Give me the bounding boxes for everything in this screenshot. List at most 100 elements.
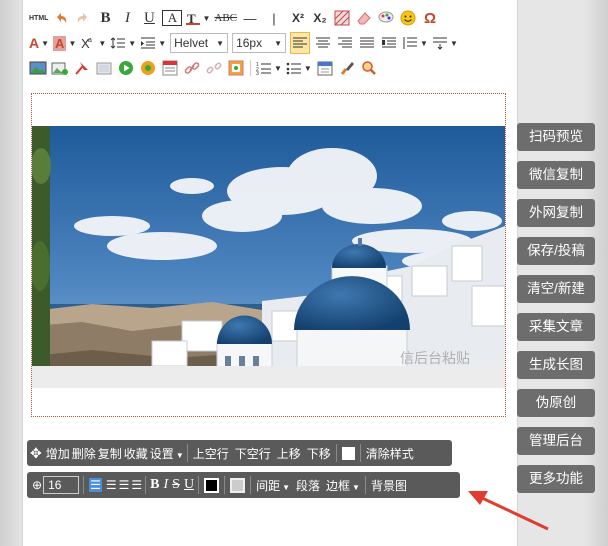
bold-button[interactable]: B (96, 8, 114, 28)
bg-color-swatch[interactable] (227, 477, 248, 493)
border-dropdown[interactable]: 边框 ▼ (323, 477, 363, 494)
favorite-button[interactable]: 收藏 (123, 445, 149, 462)
italic-button[interactable]: I (161, 477, 170, 493)
align-right-icon[interactable]: ☰ (118, 478, 131, 492)
link-icon[interactable] (183, 58, 201, 78)
sidebar-item-external-copy[interactable]: 外网复制 (517, 199, 595, 227)
font-family-select[interactable]: Helvet ▼ (170, 33, 229, 53)
move-down-button[interactable]: 下移 (304, 445, 334, 462)
strikethrough-button[interactable]: ABC (214, 8, 237, 28)
align-center-icon[interactable]: ☰ (105, 478, 118, 492)
sidebar-item-clear-new[interactable]: 清空/新建 (517, 275, 595, 303)
redo-icon[interactable] (74, 8, 92, 28)
insert-image-frame-icon[interactable] (227, 58, 245, 78)
block-toolbar: ✥ 增加 删除 复制 收藏 设置 ▼ 上空行 下空行 上移 下移 清除样式 (27, 440, 452, 466)
indent-icon[interactable]: ▼ (140, 33, 166, 53)
row-spacing-icon[interactable]: ▼ (432, 33, 458, 53)
color-swatch[interactable] (339, 446, 358, 461)
search-icon[interactable] (360, 58, 378, 78)
align-center-icon[interactable] (314, 33, 332, 53)
italic-button[interactable]: I (118, 8, 136, 28)
bar-divider (186, 444, 188, 462)
settings-button[interactable]: 设置 ▼ (149, 445, 185, 462)
move-up-button[interactable]: 上移 (274, 445, 304, 462)
case-icon[interactable]: Xa ▼ (80, 33, 106, 53)
music-icon[interactable] (139, 58, 157, 78)
align-right-icon[interactable] (336, 33, 354, 53)
bar-divider (364, 476, 366, 494)
ordered-list-icon[interactable]: 1 2 3 ▼ (256, 58, 282, 78)
delete-button[interactable]: 删除 (71, 445, 97, 462)
sidebar-item-pseudo-original[interactable]: 伪原创 (517, 389, 595, 417)
paragraph-button[interactable]: 段落 (293, 477, 323, 494)
bold-button[interactable]: B (148, 477, 161, 493)
toolbar-divider (250, 60, 251, 76)
background-pattern-icon[interactable] (333, 8, 351, 28)
eraser-icon[interactable] (355, 8, 373, 28)
background-image-button[interactable]: 背景图 (368, 477, 410, 494)
horizontal-rule-button[interactable]: — (241, 8, 259, 28)
editor-content-area[interactable]: 信后台粘贴 (31, 93, 506, 417)
bar-divider (198, 476, 200, 494)
clear-style-button[interactable]: 清除样式 (363, 445, 417, 462)
multi-image-icon[interactable] (51, 58, 69, 78)
bar-divider (359, 444, 361, 462)
image-icon[interactable] (29, 58, 47, 78)
html-source-button[interactable]: HTML (29, 8, 48, 28)
sidebar-item-admin[interactable]: 管理后台 (517, 427, 595, 455)
bar-divider (145, 476, 147, 494)
separator-button[interactable]: | (263, 8, 285, 28)
align-left-icon[interactable]: ☰ (86, 478, 105, 492)
move-icon[interactable]: ✥ (27, 445, 45, 462)
font-size-input[interactable]: 16 (43, 476, 80, 494)
scrawl-icon[interactable] (73, 58, 91, 78)
strike-button[interactable]: S (170, 477, 182, 493)
align-justify-icon[interactable]: ☰ (130, 478, 143, 492)
font-color-button[interactable]: A ▼ (29, 33, 49, 53)
sidebar-item-collect-article[interactable]: 采集文章 (517, 313, 595, 341)
line-height-icon[interactable]: ▼ (110, 33, 136, 53)
add-button[interactable]: 增加 (45, 445, 71, 462)
sidebar-item-save-submit[interactable]: 保存/投稿 (517, 237, 595, 265)
bar-divider (83, 476, 85, 494)
svg-text:a: a (88, 37, 92, 44)
snapshot-icon[interactable] (95, 58, 113, 78)
text-color-swatch[interactable] (201, 477, 222, 493)
add-circle-icon[interactable]: ⊕ (27, 478, 43, 492)
spacing-dropdown[interactable]: 间距 ▼ (253, 477, 293, 494)
sidebar-item-long-image[interactable]: 生成长图 (517, 351, 595, 379)
font-size-select[interactable]: 16px ▼ (232, 33, 287, 53)
underline-button[interactable]: U (140, 8, 158, 28)
font-border-button[interactable]: A (162, 10, 183, 26)
sidebar-item-more[interactable]: 更多功能 (517, 465, 595, 493)
sidebar-item-scan-preview[interactable]: 扫码预览 (517, 123, 595, 151)
undo-icon[interactable] (52, 8, 70, 28)
background-color-button[interactable]: A ▼ (53, 33, 76, 53)
unlink-icon[interactable] (205, 58, 223, 78)
editor-panel: HTML B I U A T ▼ ABC — | X² X₂ Ω A ▼ A ▼ Xa… (22, 0, 518, 546)
emoji-icon[interactable] (399, 8, 417, 28)
align-justify-icon[interactable] (358, 33, 376, 53)
unordered-list-icon[interactable]: ▼ (286, 58, 312, 78)
subscript-button[interactable]: X₂ (311, 8, 329, 28)
paste-watermark: 信后台粘贴 (400, 350, 470, 366)
insert-line-below-button[interactable]: 下空行 (232, 445, 274, 462)
format-painter-icon[interactable] (377, 8, 395, 28)
video-icon[interactable] (117, 58, 135, 78)
calendar-icon[interactable] (316, 58, 334, 78)
underline-button[interactable]: U (182, 477, 196, 493)
copy-button[interactable]: 复制 (97, 445, 123, 462)
bar-divider (335, 444, 337, 462)
template-icon[interactable] (161, 58, 179, 78)
svg-text:3: 3 (256, 71, 259, 75)
insert-line-above-button[interactable]: 上空行 (190, 445, 232, 462)
sidebar-item-wechat-copy[interactable]: 微信复制 (517, 161, 595, 189)
brush-icon[interactable] (338, 58, 356, 78)
paragraph-spacing-icon[interactable]: ▼ (402, 33, 428, 53)
special-char-button[interactable]: Ω (421, 8, 439, 28)
font-style-button[interactable]: T ▼ (186, 8, 210, 28)
text-indent-icon[interactable] (380, 33, 398, 53)
font-size-value: 16px (236, 36, 263, 50)
align-left-icon[interactable] (290, 32, 311, 54)
superscript-button[interactable]: X² (289, 8, 307, 28)
